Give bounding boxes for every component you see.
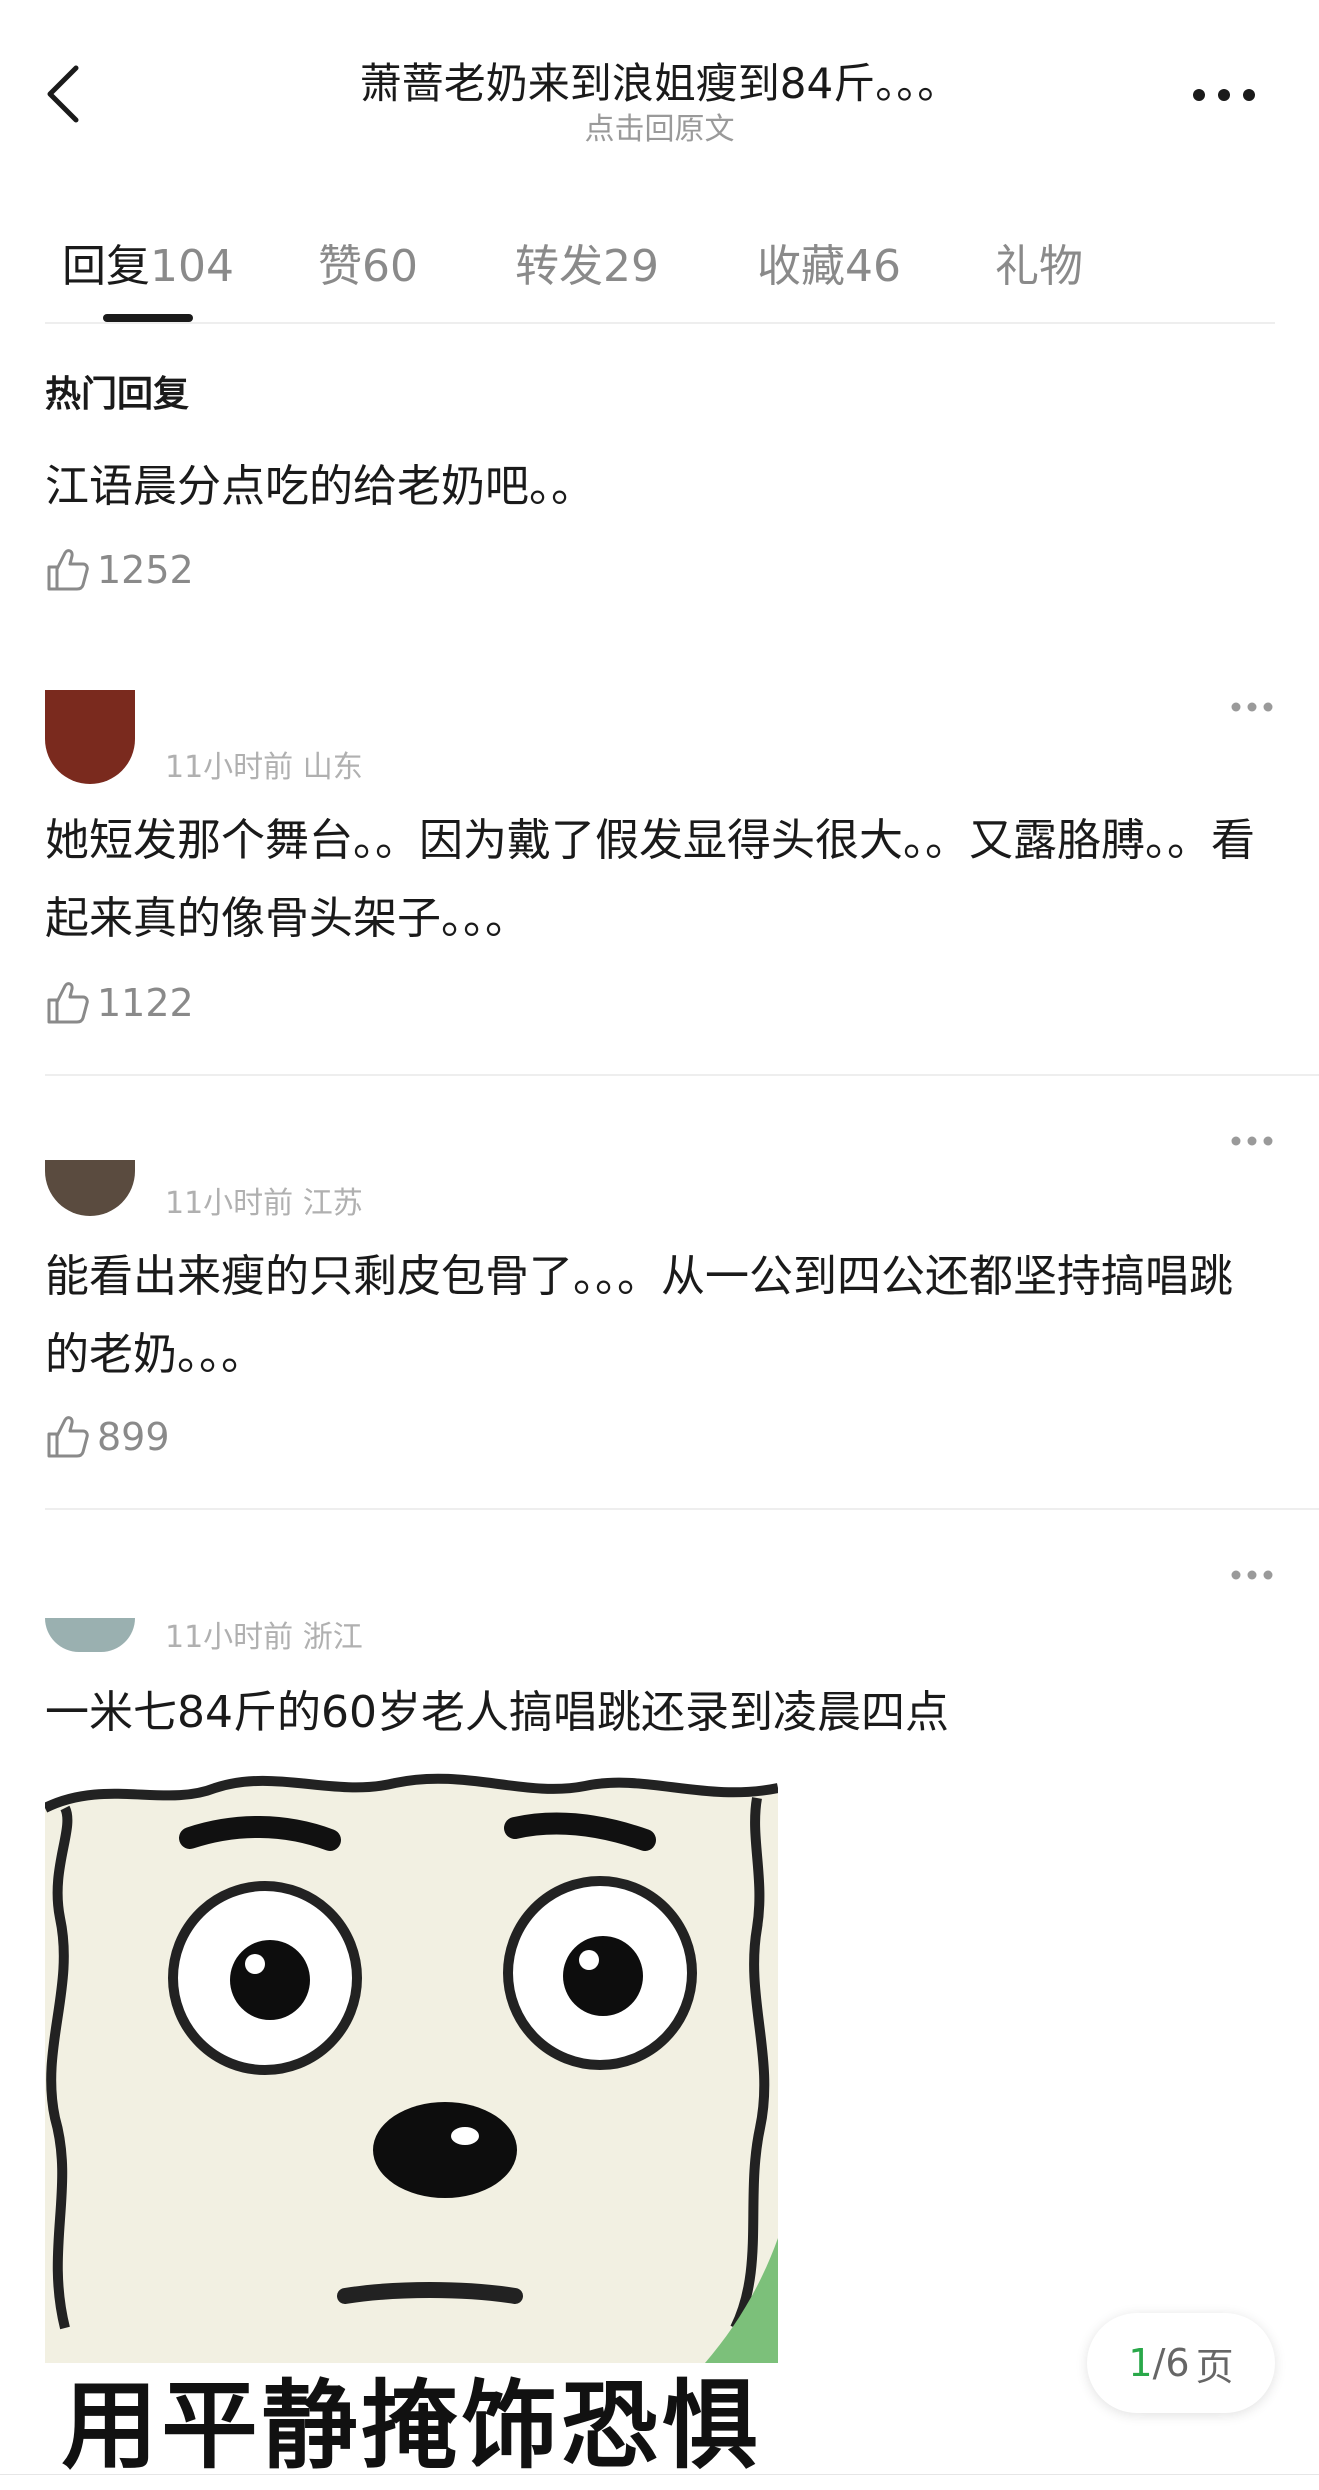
tab-count: 60 [362, 241, 418, 292]
tab-bar: 回复104 赞60 转发29 收藏46 礼物 [45, 218, 1275, 324]
avatar[interactable] [45, 1618, 135, 1652]
tab-count: 29 [603, 241, 659, 292]
comment-text: 江语晨分点吃的给老奶吧。。 [45, 461, 595, 512]
cropped-header-mask [0, 640, 1319, 690]
comment-more-icon[interactable] [1229, 700, 1275, 714]
page-indicator[interactable]: 1/6 页 [1087, 2313, 1275, 2413]
like-button[interactable]: 899 [45, 1412, 170, 1462]
sticker-caption: 用平静掩饰恐惧 [45, 2363, 778, 2489]
like-count: 1122 [97, 981, 194, 1025]
comment-divider [45, 1508, 1319, 1510]
tab-likes[interactable]: 赞60 [318, 230, 418, 294]
tab-replies[interactable]: 回复104 [62, 230, 234, 294]
hot-replies-heading: 热门回复 [45, 374, 190, 415]
like-count: 899 [97, 1415, 170, 1459]
tab-label: 赞 [318, 241, 362, 292]
comment-text: 她短发那个舞台。。因为戴了假发显得头很大。。又露胳膊。。看起来真的像骨头架子。。… [45, 815, 1255, 944]
tab-gifts[interactable]: 礼物 [995, 230, 1083, 294]
comment-divider [45, 1074, 1319, 1076]
comment-meta: 11小时前 山东 [165, 750, 363, 785]
like-button[interactable]: 1252 [45, 545, 194, 595]
thumbs-up-icon [47, 982, 89, 1024]
bottom-edge [0, 2474, 1319, 2490]
comment-meta: 11小时前 浙江 [165, 1620, 363, 1655]
nav-bar: 萧蔷老奶来到浪姐瘦到84斤。。。 点击回原文 [0, 0, 1319, 180]
thumbs-up-icon [47, 1416, 89, 1458]
sheep-face-illustration [45, 1768, 778, 2363]
tab-count: 104 [150, 241, 234, 292]
comment-text: 能看出来瘦的只剩皮包骨了。。。从一公到四公还都坚持搞唱跳的老奶。。。 [45, 1251, 1233, 1380]
tab-count: 46 [845, 241, 901, 292]
active-tab-indicator [103, 314, 193, 322]
avatar[interactable] [45, 1160, 135, 1216]
comment-meta: 11小时前 江苏 [165, 1186, 363, 1221]
current-page: 1 [1128, 2341, 1153, 2385]
comment-more-icon[interactable] [1229, 1568, 1275, 1582]
comment-text: 一米七84斤的60岁老人搞唱跳还录到凌晨四点 [45, 1687, 949, 1738]
tab-favorites[interactable]: 收藏46 [757, 230, 901, 294]
total-pages: /6 [1152, 2341, 1190, 2385]
tab-label: 收藏 [757, 241, 845, 292]
comment-more-icon[interactable] [1229, 1134, 1275, 1148]
thumbs-up-icon [47, 549, 89, 591]
more-options-icon[interactable] [1189, 80, 1259, 110]
back-to-original-link[interactable]: 点击回原文 [0, 104, 1319, 148]
tab-reposts[interactable]: 转发29 [515, 230, 659, 294]
tab-label: 礼物 [995, 241, 1083, 292]
tab-label: 回复 [62, 241, 150, 292]
page-title: 萧蔷老奶来到浪姐瘦到84斤。。。 [359, 59, 960, 108]
sticker-image[interactable]: 用平静掩饰恐惧 [45, 1768, 778, 2489]
tab-label: 转发 [515, 241, 603, 292]
like-button[interactable]: 1122 [45, 978, 194, 1028]
avatar[interactable] [45, 684, 135, 784]
like-count: 1252 [97, 548, 194, 592]
page-unit: 页 [1195, 2344, 1234, 2389]
